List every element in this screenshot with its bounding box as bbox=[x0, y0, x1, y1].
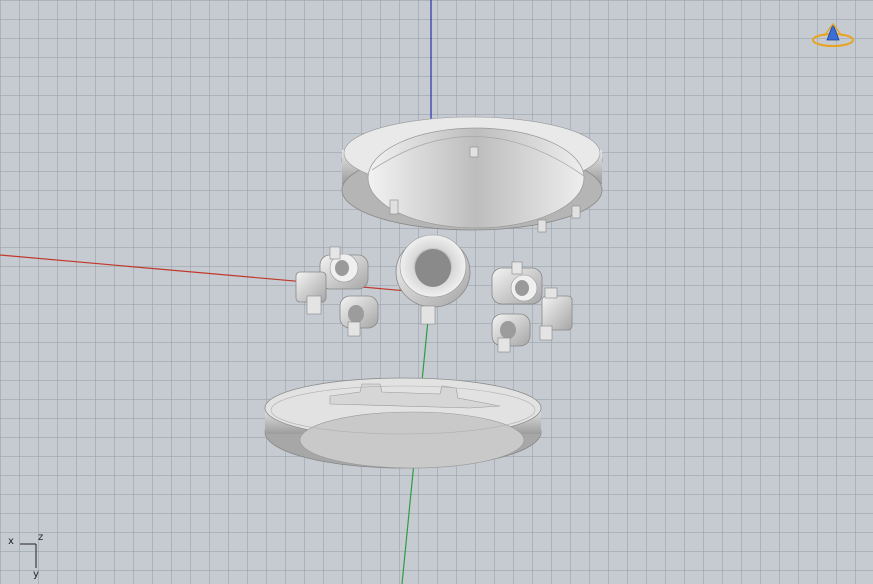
right-cam-lower[interactable] bbox=[491, 313, 531, 353]
model-scene[interactable] bbox=[0, 0, 873, 584]
center-bushing[interactable] bbox=[395, 234, 471, 325]
right-cam-upper[interactable] bbox=[491, 261, 543, 305]
axis-widget-z-label: z bbox=[38, 532, 44, 543]
right-pin[interactable] bbox=[539, 287, 573, 341]
axis-widget-y-label: y bbox=[33, 569, 39, 580]
left-cam-lower[interactable] bbox=[339, 295, 379, 337]
rhino-logo-icon bbox=[812, 22, 854, 47]
bottom-ring[interactable] bbox=[264, 377, 542, 469]
left-cam-upper[interactable] bbox=[319, 246, 369, 290]
left-pin[interactable] bbox=[295, 271, 327, 315]
top-ring[interactable] bbox=[341, 116, 603, 233]
perspective-viewport[interactable]: x z y bbox=[0, 0, 873, 584]
axis-widget-x-label: x bbox=[8, 536, 14, 547]
